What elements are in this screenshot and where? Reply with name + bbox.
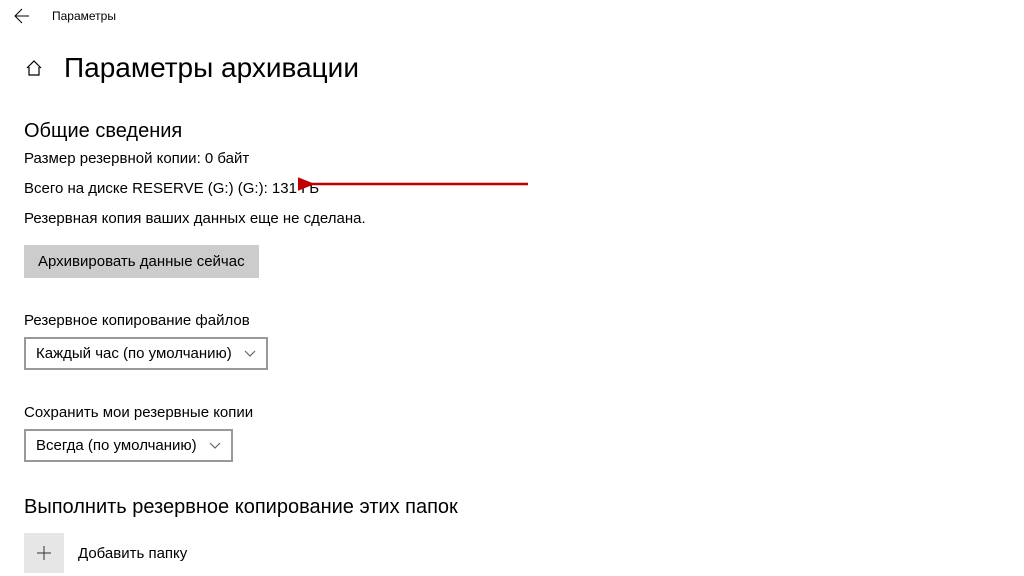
back-button[interactable] — [12, 6, 32, 26]
keep-backups-label: Сохранить мои резервные копии — [24, 404, 1000, 421]
window-title: Параметры — [52, 9, 116, 23]
backup-now-button[interactable]: Архивировать данные сейчас — [24, 245, 259, 278]
chevron-down-icon — [244, 350, 256, 358]
home-icon — [25, 59, 43, 77]
backup-files-group: Резервное копирование файлов Каждый час … — [24, 312, 1000, 398]
folders-heading: Выполнить резервное копирование этих пап… — [24, 496, 1000, 519]
not-backed-up-text: Резервная копия ваших данных еще не сдел… — [24, 207, 1000, 231]
overview-heading: Общие сведения — [24, 120, 1000, 143]
content-area: Параметры архивации Общие сведения Разме… — [0, 32, 1024, 573]
home-button[interactable] — [24, 58, 44, 78]
chevron-down-icon — [209, 442, 221, 450]
page-header: Параметры архивации — [24, 52, 1000, 84]
overview-section: Общие сведения Размер резервной копии: 0… — [24, 120, 1000, 308]
keep-backups-group: Сохранить мои резервные копии Всегда (по… — [24, 404, 1000, 490]
backup-frequency-value: Каждый час (по умолчанию) — [36, 345, 232, 362]
page-title: Параметры архивации — [64, 52, 359, 84]
add-folder-row: Добавить папку — [24, 533, 1000, 573]
add-folder-button[interactable] — [24, 533, 64, 573]
keep-backups-value: Всегда (по умолчанию) — [36, 437, 197, 454]
keep-backups-dropdown[interactable]: Всегда (по умолчанию) — [24, 429, 233, 462]
backup-frequency-dropdown[interactable]: Каждый час (по умолчанию) — [24, 337, 268, 370]
add-folder-label: Добавить папку — [78, 545, 187, 562]
backup-files-label: Резервное копирование файлов — [24, 312, 1000, 329]
back-arrow-icon — [14, 8, 30, 24]
plus-icon — [35, 544, 53, 562]
title-bar: Параметры — [0, 0, 1024, 32]
backup-size-text: Размер резервной копии: 0 байт — [24, 147, 1000, 171]
disk-total-text: Всего на диске RESERVE (G:) (G:): 131 ГБ — [24, 177, 1000, 201]
